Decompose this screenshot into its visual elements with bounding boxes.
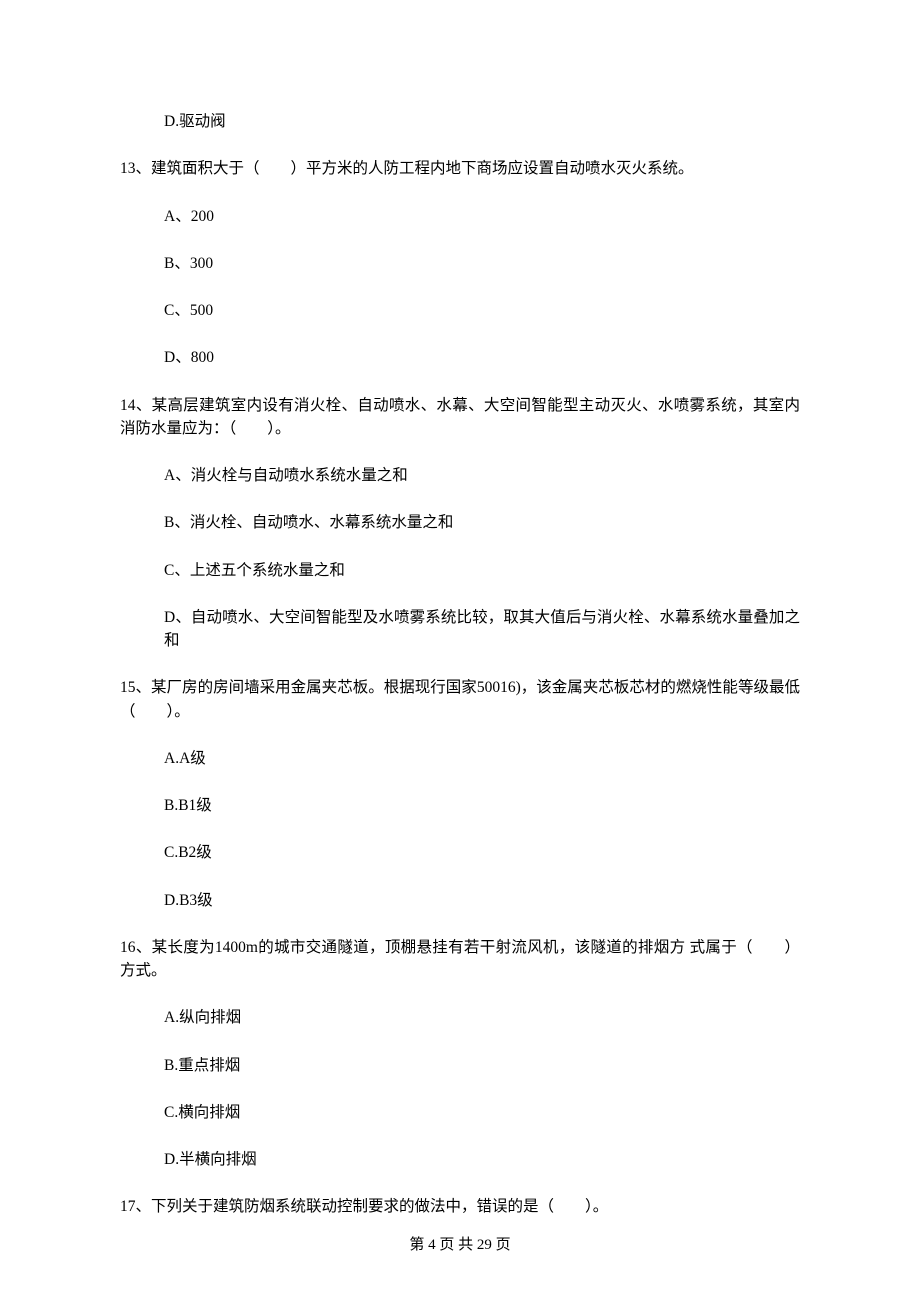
page-footer: 第 4 页 共 29 页: [0, 1233, 920, 1254]
question-16-option-c: C.横向排烟: [120, 1101, 800, 1124]
question-15-option-b: B.B1级: [120, 794, 800, 817]
question-15-option-a: A.A级: [120, 747, 800, 770]
question-13-option-c: C、500: [120, 299, 800, 322]
question-14-stem: 14、某高层建筑室内设有消火栓、自动喷水、水幕、大空间智能型主动灭火、水喷雾系统…: [120, 394, 800, 441]
question-15-stem: 15、某厂房的房间墙采用金属夹芯板。根据现行国家50016)，该金属夹芯板芯材的…: [120, 676, 800, 723]
question-16-option-a: A.纵向排烟: [120, 1006, 800, 1029]
page-content: D.驱动阀 13、建筑面积大于（ ）平方米的人防工程内地下商场应设置自动喷水灭火…: [0, 0, 920, 1219]
question-13-option-b: B、300: [120, 252, 800, 275]
question-14-option-a: A、消火栓与自动喷水系统水量之和: [120, 464, 800, 487]
question-13-option-d: D、800: [120, 346, 800, 369]
question-15-option-c: C.B2级: [120, 841, 800, 864]
question-14-option-c: C、上述五个系统水量之和: [120, 559, 800, 582]
question-14-option-d: D、自动喷水、大空间智能型及水喷雾系统比较，取其大值后与消火栓、水幕系统水量叠加…: [120, 606, 800, 653]
question-16-stem: 16、某长度为1400m的城市交通隧道，顶棚悬挂有若干射流风机，该隧道的排烟方 …: [120, 936, 800, 983]
question-13-option-a: A、200: [120, 205, 800, 228]
prev-question-option-d: D.驱动阀: [120, 110, 800, 133]
question-17-stem: 17、下列关于建筑防烟系统联动控制要求的做法中，错误的是（ ）。: [120, 1195, 800, 1218]
question-16-option-d: D.半横向排烟: [120, 1148, 800, 1171]
question-14-option-b: B、消火栓、自动喷水、水幕系统水量之和: [120, 511, 800, 534]
question-15-option-d: D.B3级: [120, 889, 800, 912]
question-13-stem: 13、建筑面积大于（ ）平方米的人防工程内地下商场应设置自动喷水灭火系统。: [120, 157, 800, 180]
question-16-option-b: B.重点排烟: [120, 1054, 800, 1077]
